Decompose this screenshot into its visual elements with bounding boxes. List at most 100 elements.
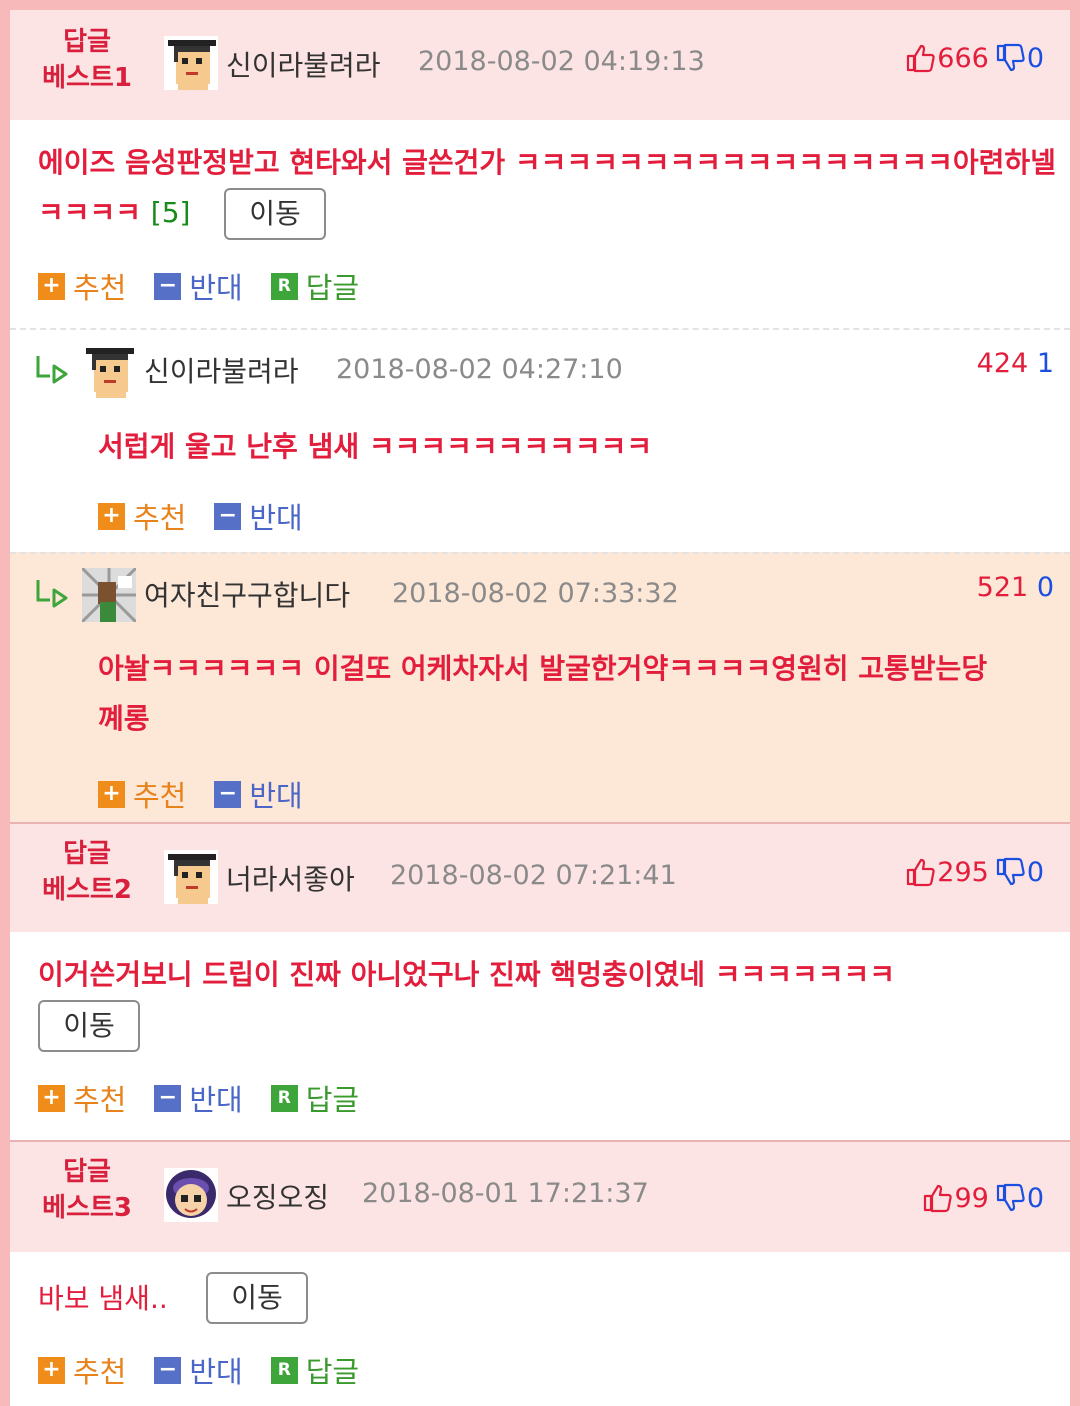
best-label: 답글 베스트1 <box>36 24 138 96</box>
recommend-button[interactable]: + 추천 <box>98 495 186 537</box>
vote-counts: 521 0 <box>977 572 1054 603</box>
comment-date: 2018-08-02 07:33:32 <box>392 578 679 609</box>
plus-icon: + <box>98 780 125 808</box>
user-avatar[interactable] <box>82 568 136 622</box>
vote-counts: 424 1 <box>977 348 1054 379</box>
comment-actions: + 추천 − 반대 R 답글 <box>38 1350 387 1390</box>
minus-icon: − <box>214 780 242 808</box>
minus-icon: − <box>214 502 242 530</box>
downvote-count: 0 <box>1026 856 1044 888</box>
user-avatar[interactable] <box>164 36 218 90</box>
comment-actions: + 추천 − 반대 R 답글 <box>38 266 387 306</box>
oppose-label: 반대 <box>189 1083 243 1117</box>
move-button[interactable]: 이동 <box>38 1000 140 1052</box>
minus-icon: − <box>154 1356 182 1384</box>
comment-date: 2018-08-02 04:27:10 <box>336 354 623 385</box>
oppose-label: 반대 <box>249 779 303 813</box>
recommend-button[interactable]: + 추천 <box>38 1077 126 1119</box>
vote-counts: 99 0 <box>920 1178 1044 1218</box>
reply-label: 답글 <box>305 271 360 305</box>
user-nickname[interactable]: 신이라불려라 <box>226 44 381 84</box>
comment-body: 에이즈 음성판정받고 현타와서 글쓴건가 ㅋㅋㅋㅋㅋㅋㅋㅋㅋㅋㅋㅋㅋㅋㅋㅋㅋ아련… <box>38 138 1058 238</box>
move-button[interactable]: 이동 <box>206 1272 308 1324</box>
recommend-button[interactable]: + 추천 <box>38 265 126 307</box>
downvote-count: 0 <box>1026 42 1044 74</box>
best-label-line1: 답글 <box>63 839 111 869</box>
thumbs-up-icon <box>905 43 935 73</box>
oppose-label: 반대 <box>189 1355 243 1389</box>
reply-r-icon: R <box>270 1356 298 1384</box>
recommend-button[interactable]: + 추천 <box>98 773 186 815</box>
move-button[interactable]: 이동 <box>224 188 326 240</box>
oppose-label: 반대 <box>249 501 303 535</box>
plus-icon: + <box>98 502 125 530</box>
comment-text-line2-wrap: ㅋㅋㅋㅋ [5] <box>38 188 1058 238</box>
recommend-button[interactable]: + 추천 <box>38 1349 126 1391</box>
user-nickname[interactable]: 여자친구구합니다 <box>144 574 350 614</box>
reply-arrow-icon <box>34 350 70 386</box>
user-avatar[interactable] <box>164 1168 218 1222</box>
comment-body: 바보 냄새.. <box>38 1282 168 1315</box>
oppose-button[interactable]: − 반대 <box>214 773 303 815</box>
best-reply-1-header: 답글 베스트1 신이라불려라 2018-08-02 04:19:13 666 0 <box>10 10 1070 120</box>
plus-icon: + <box>38 1356 65 1384</box>
best-label-line1: 답글 <box>63 1157 111 1187</box>
comment-actions: + 추천 − 반대 <box>98 774 331 814</box>
best-label-line2: 베스트1 <box>42 63 132 93</box>
user-nickname[interactable]: 오징오징 <box>226 1176 329 1216</box>
best-reply-2-header: 답글 베스트2 너라서좋아 2018-08-02 07:21:41 295 0 <box>10 824 1070 932</box>
oppose-button[interactable]: − 반대 <box>154 265 243 307</box>
best-label-line2: 베스트2 <box>42 875 132 905</box>
user-nickname[interactable]: 너라서좋아 <box>226 858 355 898</box>
reply-r-icon: R <box>270 1084 298 1112</box>
oppose-button[interactable]: − 반대 <box>214 495 303 537</box>
downvote-count: 1 <box>1036 348 1054 379</box>
comment-date: 2018-08-02 07:21:41 <box>390 860 677 891</box>
user-avatar[interactable] <box>82 344 136 398</box>
vote-counts: 295 0 <box>903 852 1044 892</box>
comment-text-line1: 아놜ㅋㅋㅋㅋㅋㅋ 이걸또 어케차자서 발굴한거약ㅋㅋㅋㅋ영원히 고통받는당 <box>98 652 988 685</box>
comment-text-line1: 에이즈 음성판정받고 현타와서 글쓴건가 ㅋㅋㅋㅋㅋㅋㅋㅋㅋㅋㅋㅋㅋㅋㅋㅋㅋ아련… <box>38 146 1056 179</box>
comment-actions: + 추천 − 반대 R 답글 <box>38 1078 387 1118</box>
divider <box>10 328 1070 330</box>
reply-r-icon: R <box>270 272 298 300</box>
thumbs-up-icon <box>922 1183 952 1213</box>
thumbs-up-icon <box>905 857 935 887</box>
downvote-count: 0 <box>1026 1182 1044 1214</box>
recommend-label: 추천 <box>73 271 127 305</box>
oppose-label: 반대 <box>189 271 243 305</box>
best-label-line2: 베스트3 <box>42 1193 132 1223</box>
best-label-line1: 답글 <box>63 27 111 57</box>
comment-body: 이거쓴거보니 드립이 진짜 아니었구나 진짜 핵멍충이였네 ㅋㅋㅋㅋㅋㅋㅋ <box>38 958 896 991</box>
reply-count[interactable]: [5] <box>151 196 191 229</box>
upvote-count: 666 <box>937 42 989 74</box>
comment-text-line2: ㅋㅋㅋㅋ <box>38 196 142 229</box>
plus-icon: + <box>38 272 65 300</box>
recommend-label: 추천 <box>133 779 187 813</box>
upvote-count: 424 <box>976 348 1029 379</box>
recommend-label: 추천 <box>73 1083 127 1117</box>
plus-icon: + <box>38 1084 65 1112</box>
comments-panel: 답글 베스트1 신이라불려라 2018-08-02 04:19:13 666 0… <box>10 10 1070 1406</box>
user-nickname[interactable]: 신이라불려라 <box>144 350 299 390</box>
recommend-label: 추천 <box>133 501 187 535</box>
reply-arrow-icon <box>34 574 70 610</box>
reply-button[interactable]: R 답글 <box>270 265 360 307</box>
reply-label: 답글 <box>305 1355 360 1389</box>
comment-date: 2018-08-01 17:21:37 <box>362 1178 649 1209</box>
reply-label: 답글 <box>305 1083 360 1117</box>
thumbs-down-icon <box>995 43 1025 73</box>
reply-button[interactable]: R 답글 <box>270 1349 360 1391</box>
oppose-button[interactable]: − 반대 <box>154 1077 243 1119</box>
user-avatar[interactable] <box>164 850 218 904</box>
thumbs-down-icon <box>995 1183 1025 1213</box>
comment-actions: + 추천 − 반대 <box>98 496 331 536</box>
oppose-button[interactable]: − 반대 <box>154 1349 243 1391</box>
minus-icon: − <box>154 272 182 300</box>
downvote-count: 0 <box>1036 572 1054 603</box>
reply-button[interactable]: R 답글 <box>270 1077 360 1119</box>
minus-icon: − <box>154 1084 182 1112</box>
recommend-label: 추천 <box>73 1355 127 1389</box>
thumbs-down-icon <box>995 857 1025 887</box>
best-label: 답글 베스트3 <box>36 1154 138 1226</box>
